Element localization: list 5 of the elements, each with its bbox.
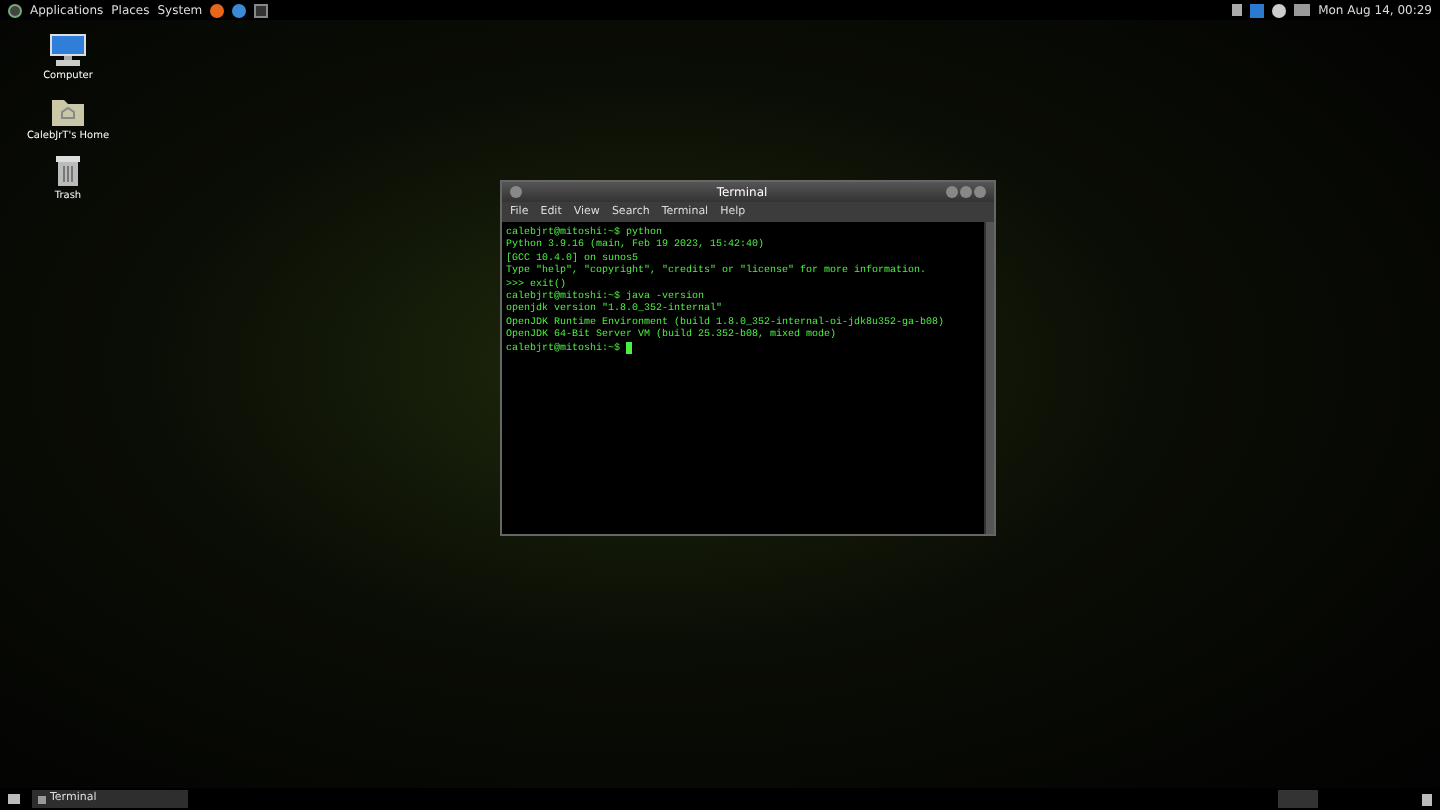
computer-icon (47, 32, 88, 68)
folder-icon (50, 95, 86, 127)
workspace-switcher[interactable] (1278, 790, 1318, 808)
scrollbar[interactable] (984, 222, 994, 534)
cursor (626, 341, 633, 354)
